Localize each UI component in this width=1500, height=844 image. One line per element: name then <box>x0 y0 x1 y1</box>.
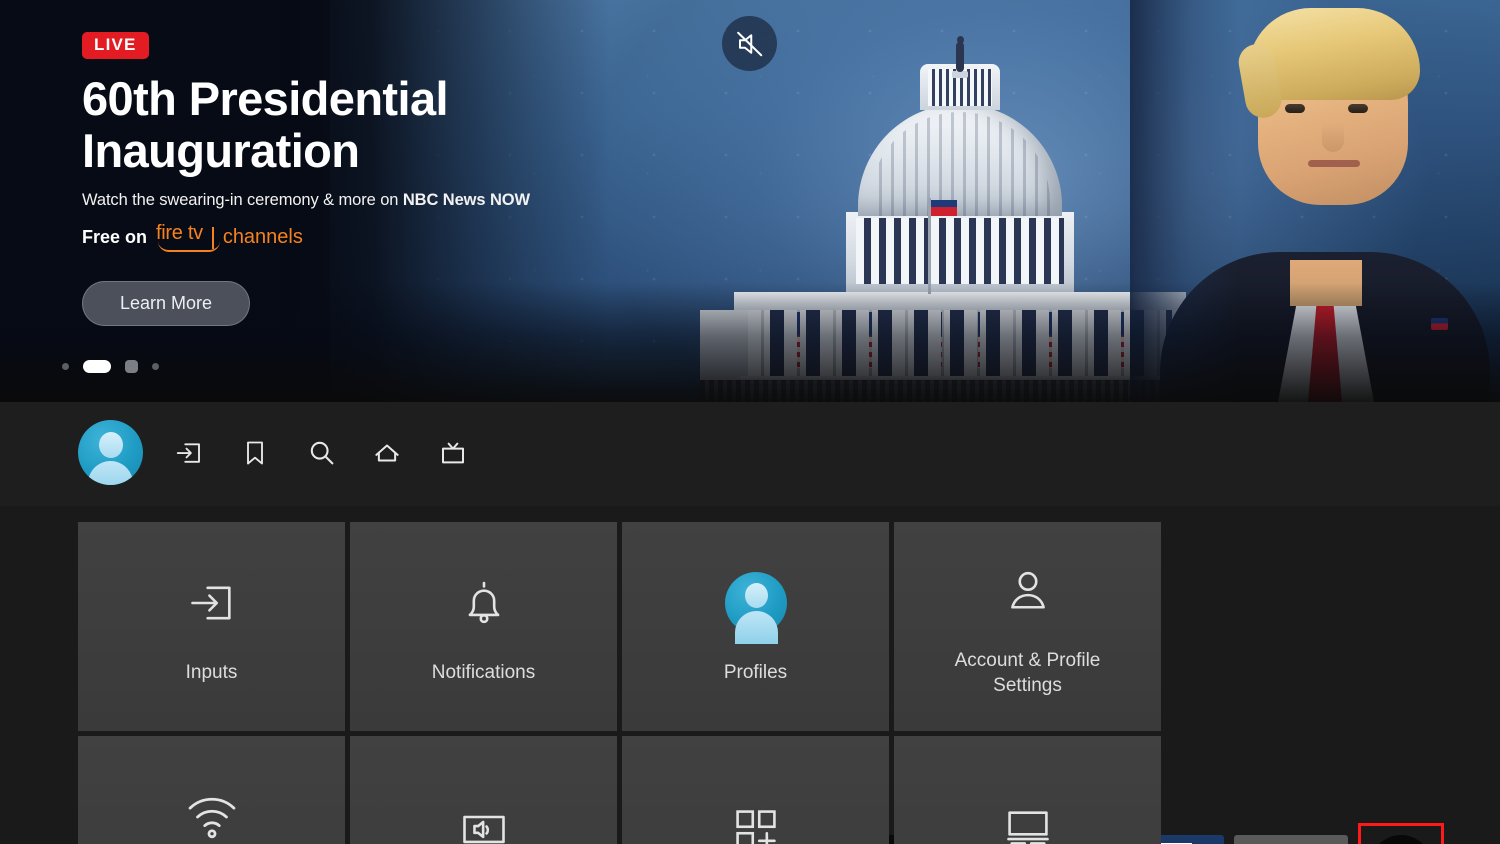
nav-left-icons <box>78 420 473 485</box>
network-icon-wrap <box>184 782 240 844</box>
equipment-control-icon <box>1006 810 1049 844</box>
settings-tile-equipment-control[interactable] <box>894 736 1161 844</box>
free-on-row: Free on fire tv channels <box>82 222 642 253</box>
settings-tile-inputs[interactable]: Inputs <box>78 522 345 731</box>
bookmark-icon <box>247 441 263 464</box>
mute-toggle-button[interactable] <box>722 16 777 71</box>
settings-tile-label: Profiles <box>723 662 788 683</box>
hero-title: 60th Presidential Inauguration <box>82 73 642 177</box>
carousel-pagination[interactable] <box>62 360 159 373</box>
person-outline-icon <box>1010 571 1045 609</box>
nav-profile-avatar[interactable] <box>78 420 143 485</box>
firetv-wordmark: fire tv <box>156 222 220 253</box>
home-icon <box>375 444 399 461</box>
input-arrow-icon <box>176 442 200 463</box>
settings-tile-applications[interactable] <box>622 736 889 844</box>
carousel-dot-1[interactable] <box>62 363 69 370</box>
notifications-icon-wrap <box>458 568 510 638</box>
hero-title-line2: Inauguration <box>82 124 360 177</box>
hero-subtitle-brand: NBC News NOW <box>402 191 530 209</box>
profiles-icon-wrap <box>724 568 787 644</box>
wifi-icon <box>188 797 235 839</box>
settings-tile-label: Account & Profile Settings <box>954 649 1101 696</box>
settings-tile-network[interactable]: Network <box>78 736 345 844</box>
nav-item-live[interactable] <box>433 433 473 473</box>
hero-copy-block: LIVE 60th Presidential Inauguration Watc… <box>82 32 642 253</box>
profile-avatar-icon <box>724 572 787 644</box>
settings-tile-account-profile-settings[interactable]: Account & Profile Settings <box>894 522 1161 731</box>
inputs-icon-wrap <box>186 568 238 638</box>
hero-banner[interactable]: LIVE 60th Presidential Inauguration Watc… <box>0 0 1500 402</box>
nav-item-inputs[interactable] <box>169 433 209 473</box>
learn-more-button[interactable]: Learn More <box>82 281 250 326</box>
display-sound-icon <box>462 815 505 843</box>
settings-tile-grid: Inputs Notifications Profiles Account & … <box>78 522 1423 844</box>
apps-grid-plus-icon <box>735 809 776 844</box>
bell-icon <box>468 581 499 624</box>
nav-item-search[interactable] <box>301 433 341 473</box>
settings-tile-notifications[interactable]: Notifications <box>350 522 617 731</box>
hero-subtitle: Watch the swearing-in ceremony & more on… <box>82 191 642 210</box>
live-badge: LIVE <box>82 32 149 59</box>
hero-title-line1: 60th Presidential <box>82 72 449 125</box>
free-on-label: Free on <box>82 227 148 247</box>
nav-item-watchlist[interactable] <box>235 433 275 473</box>
settings-tile-profiles[interactable]: Profiles <box>622 522 889 731</box>
search-icon <box>310 441 333 465</box>
settings-tile-label: Inputs <box>185 662 238 683</box>
settings-tile-display-sounds[interactable] <box>350 736 617 844</box>
live-tv-icon <box>442 442 464 463</box>
carousel-dot-4[interactable] <box>152 363 159 370</box>
display-sound-icon-wrap <box>458 795 510 844</box>
channels-wordmark: channels <box>222 226 303 248</box>
equipment-control-icon-wrap <box>1001 795 1055 844</box>
speaker-muted-icon <box>736 31 762 56</box>
fire-tv-settings-screen: LIVE 60th Presidential Inauguration Watc… <box>0 0 1500 844</box>
nav-item-home[interactable] <box>367 433 407 473</box>
applications-icon-wrap <box>730 795 782 844</box>
carousel-dot-2-active[interactable] <box>83 360 111 373</box>
settings-tile-label: Notifications <box>431 662 536 683</box>
carousel-dot-3[interactable] <box>125 360 138 373</box>
account-icon-wrap <box>1002 556 1054 626</box>
input-arrow-icon <box>190 586 231 620</box>
main-navigation-bar: plex FREE MOVIES & TV YouTube FOX NEWS C… <box>0 402 1500 844</box>
hero-subtitle-text: Watch the swearing-in ceremony & more on <box>82 191 403 209</box>
